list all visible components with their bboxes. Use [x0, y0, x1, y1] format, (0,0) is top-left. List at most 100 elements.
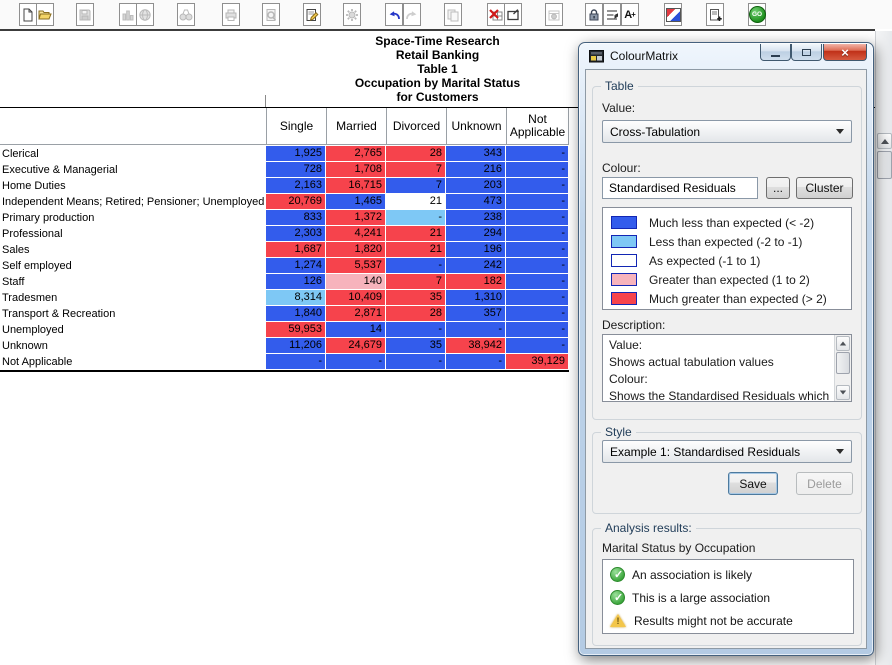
row-label[interactable]: Professional	[0, 226, 266, 242]
wizard-button[interactable]	[343, 3, 361, 26]
table-cell[interactable]: 10,409	[326, 290, 386, 306]
table-cell[interactable]: 7	[386, 162, 446, 178]
column-header-divorced[interactable]: Divorced	[386, 108, 446, 144]
row-label[interactable]: Sales	[0, 242, 266, 258]
table-cell[interactable]: 357	[446, 306, 506, 322]
table-cell[interactable]: 2,871	[326, 306, 386, 322]
table-cell[interactable]: 21	[386, 242, 446, 258]
row-label[interactable]: Transport & Recreation	[0, 306, 266, 322]
new-document-button[interactable]	[19, 3, 37, 26]
table-cell[interactable]: 833	[266, 210, 326, 226]
row-label[interactable]: Tradesmen	[0, 290, 266, 306]
table-cell[interactable]: 126	[266, 274, 326, 290]
table-cell[interactable]: 2,765	[326, 146, 386, 162]
row-label[interactable]: Clerical	[0, 146, 266, 162]
dialog-titlebar[interactable]: ColourMatrix ×	[579, 43, 873, 69]
redo-button[interactable]	[403, 3, 421, 26]
table-cell[interactable]: 59,953	[266, 322, 326, 338]
table-cell[interactable]: 28	[386, 306, 446, 322]
copy-button[interactable]	[444, 3, 462, 26]
font-size-button[interactable]: A+	[621, 3, 639, 26]
view-target-button[interactable]	[545, 3, 563, 26]
table-cell[interactable]: 473	[446, 194, 506, 210]
add-view-button[interactable]	[706, 3, 724, 26]
table-cell[interactable]: 1,465	[326, 194, 386, 210]
table-cell[interactable]: 1,687	[266, 242, 326, 258]
print-button[interactable]	[222, 3, 240, 26]
table-cell[interactable]: 5,537	[326, 258, 386, 274]
resize-table-button[interactable]	[504, 3, 522, 26]
table-cell[interactable]: 1,925	[266, 146, 326, 162]
table-cell[interactable]: 238	[446, 210, 506, 226]
table-cell[interactable]: -	[506, 146, 569, 162]
bar-chart-button[interactable]	[119, 3, 137, 26]
table-cell[interactable]: -	[506, 258, 569, 274]
table-cell[interactable]: 140	[326, 274, 386, 290]
description-scrollbar[interactable]	[834, 335, 851, 401]
table-cell[interactable]: 35	[386, 290, 446, 306]
close-button[interactable]: ×	[823, 44, 867, 61]
table-cell[interactable]: -	[506, 226, 569, 242]
table-cell[interactable]: 8,314	[266, 290, 326, 306]
table-cell[interactable]: -	[506, 178, 569, 194]
edit-properties-button[interactable]	[303, 3, 321, 26]
table-cell[interactable]: 14	[326, 322, 386, 338]
column-header-single[interactable]: Single	[266, 108, 326, 144]
table-cell[interactable]: -	[386, 322, 446, 338]
value-combobox[interactable]: Cross-Tabulation	[602, 120, 852, 143]
table-cell[interactable]: 1,840	[266, 306, 326, 322]
cluster-button[interactable]: Cluster	[796, 177, 853, 199]
table-cell[interactable]: 38,942	[446, 338, 506, 354]
table-cell[interactable]: 1,372	[326, 210, 386, 226]
table-cell[interactable]: 7	[386, 274, 446, 290]
row-label[interactable]: Executive & Managerial	[0, 162, 266, 178]
colour-matrix-button[interactable]	[664, 3, 682, 26]
table-cell[interactable]: 24,679	[326, 338, 386, 354]
table-cell[interactable]: 196	[446, 242, 506, 258]
find-button[interactable]	[177, 3, 195, 26]
ellipsis-button[interactable]: ...	[766, 177, 790, 199]
table-cell[interactable]: -	[506, 338, 569, 354]
column-header-not-applicable[interactable]: Not Applicable	[506, 108, 569, 144]
table-cell[interactable]: -	[326, 354, 386, 370]
table-cell[interactable]: 1,310	[446, 290, 506, 306]
table-cell[interactable]: 343	[446, 146, 506, 162]
table-cell[interactable]: 242	[446, 258, 506, 274]
table-cell[interactable]: -	[506, 194, 569, 210]
table-cell[interactable]: -	[506, 306, 569, 322]
row-label[interactable]: Self employed	[0, 258, 266, 274]
save-button[interactable]: Save	[728, 472, 778, 495]
go-button[interactable]: GO	[748, 3, 766, 26]
row-label[interactable]: Home Duties	[0, 178, 266, 194]
description-scroll-thumb[interactable]	[836, 352, 850, 374]
scroll-thumb[interactable]	[877, 151, 892, 179]
table-cell[interactable]: 39,129	[506, 354, 569, 370]
table-cell[interactable]: -	[446, 322, 506, 338]
maximize-button[interactable]	[791, 44, 822, 61]
table-cell[interactable]: -	[386, 354, 446, 370]
row-label[interactable]: Independent Means; Retired; Pensioner; U…	[0, 194, 266, 210]
table-cell[interactable]: -	[506, 322, 569, 338]
undo-button[interactable]	[385, 3, 403, 26]
row-label[interactable]: Primary production	[0, 210, 266, 226]
scroll-up-button[interactable]	[877, 133, 892, 149]
table-cell[interactable]: -	[266, 354, 326, 370]
table-cell[interactable]: 21	[386, 194, 446, 210]
table-cell[interactable]: 728	[266, 162, 326, 178]
main-vertical-scrollbar[interactable]	[875, 31, 892, 665]
table-cell[interactable]: 2,303	[266, 226, 326, 242]
table-cell[interactable]: -	[386, 210, 446, 226]
row-label[interactable]: Not Applicable	[0, 354, 266, 370]
save-button[interactable]	[76, 3, 94, 26]
table-cell[interactable]: 216	[446, 162, 506, 178]
field-settings-button[interactable]	[603, 3, 621, 26]
open-file-button[interactable]	[36, 3, 54, 26]
table-cell[interactable]: 28	[386, 146, 446, 162]
table-cell[interactable]: 182	[446, 274, 506, 290]
table-cell[interactable]: 4,241	[326, 226, 386, 242]
table-cell[interactable]: 1,820	[326, 242, 386, 258]
table-cell[interactable]: 1,708	[326, 162, 386, 178]
lock-button[interactable]	[585, 3, 603, 26]
table-cell[interactable]: -	[446, 354, 506, 370]
column-header-unknown[interactable]: Unknown	[446, 108, 506, 144]
